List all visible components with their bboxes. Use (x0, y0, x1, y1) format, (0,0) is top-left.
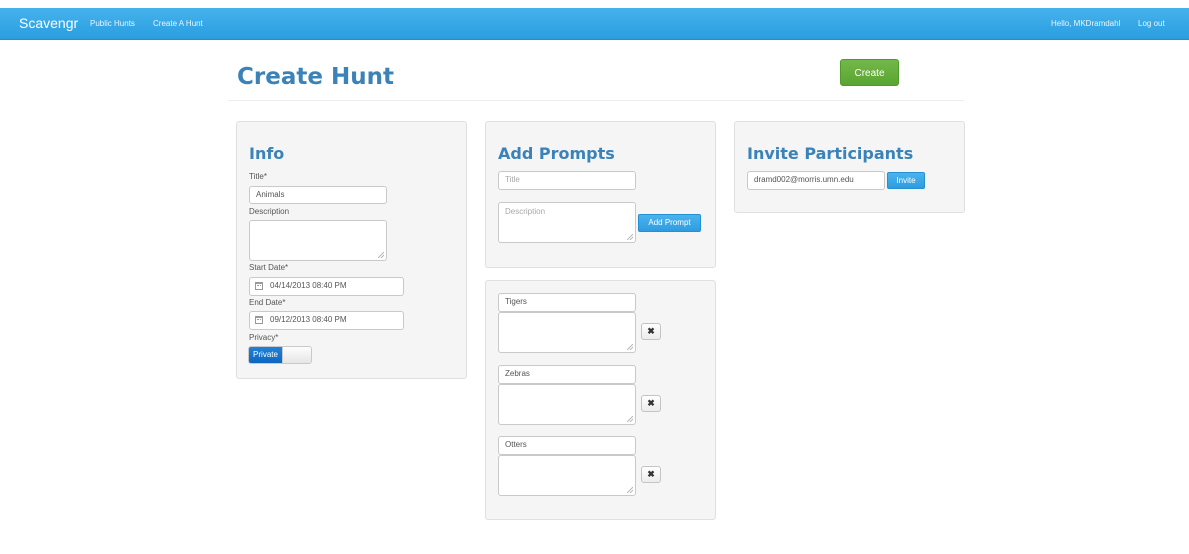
invite-heading: Invite Participants (747, 144, 914, 163)
add-prompts-heading: Add Prompts (498, 144, 615, 163)
description-textarea[interactable] (249, 220, 387, 261)
add-prompts-panel: Add Prompts Title Description Add Prompt (485, 121, 716, 268)
invite-panel: Invite Participants dramd002@morris.umn.… (734, 121, 965, 213)
title-label: Title* (249, 172, 267, 181)
start-date-label: Start Date* (249, 263, 289, 272)
end-date-value: 09/12/2013 08:40 PM (270, 315, 347, 324)
title-divider (228, 100, 964, 101)
resize-handle[interactable] (627, 416, 633, 422)
start-date-value: 04/14/2013 08:40 PM (270, 281, 347, 290)
prompt-description-field[interactable] (498, 312, 636, 353)
close-icon: ✖ (647, 398, 655, 408)
nav-public-hunts[interactable]: Public Hunts (90, 18, 135, 29)
prompt-title-field[interactable]: Tigers (498, 293, 636, 312)
prompt-description-field[interactable] (498, 384, 636, 425)
remove-prompt-button[interactable]: ✖ (641, 395, 661, 412)
resize-handle[interactable] (627, 234, 633, 240)
prompt-title-input[interactable]: Title (498, 171, 636, 190)
logout-link[interactable]: Log out (1138, 18, 1165, 29)
create-button[interactable]: Create (840, 59, 899, 86)
user-greeting: Hello, MKDramdahl (1051, 19, 1121, 28)
prompt-title-field[interactable]: Otters (498, 436, 636, 455)
title-input[interactable]: Animals (249, 186, 387, 204)
brand-logo[interactable]: Scavengr (19, 14, 78, 32)
resize-handle[interactable] (627, 487, 633, 493)
invite-button[interactable]: Invite (887, 172, 925, 189)
toggle-knob[interactable] (282, 347, 311, 363)
close-icon: ✖ (647, 326, 655, 336)
end-date-input[interactable]: 09/12/2013 08:40 PM (249, 311, 404, 330)
privacy-toggle[interactable]: Private (248, 346, 312, 364)
info-heading: Info (249, 144, 285, 163)
prompt-description-placeholder: Description (505, 207, 546, 216)
prompts-list-panel: Tigers ✖ Zebras ✖ Otters ✖ (485, 280, 716, 520)
prompt-title-field[interactable]: Zebras (498, 365, 636, 384)
prompt-description-field[interactable] (498, 455, 636, 496)
info-panel: Info Title* Animals Description Start Da… (236, 121, 467, 379)
page-title: Create Hunt (237, 64, 394, 90)
nav-create-hunt[interactable]: Create A Hunt (153, 18, 203, 29)
calendar-icon[interactable] (255, 282, 263, 290)
remove-prompt-button[interactable]: ✖ (641, 466, 661, 483)
add-prompt-button[interactable]: Add Prompt (638, 214, 701, 232)
resize-handle[interactable] (627, 344, 633, 350)
invite-email-input[interactable]: dramd002@morris.umn.edu (747, 171, 885, 190)
prompt-description-textarea[interactable]: Description (498, 202, 636, 243)
top-navbar: Scavengr Public Hunts Create A Hunt Hell… (0, 8, 1189, 40)
remove-prompt-button[interactable]: ✖ (641, 323, 661, 340)
privacy-toggle-label: Private (249, 347, 282, 363)
resize-handle[interactable] (378, 252, 384, 258)
privacy-label: Privacy* (249, 333, 279, 342)
calendar-icon[interactable] (255, 316, 263, 324)
end-date-label: End Date* (249, 298, 286, 307)
description-label: Description (249, 207, 290, 216)
close-icon: ✖ (647, 469, 655, 479)
start-date-input[interactable]: 04/14/2013 08:40 PM (249, 277, 404, 296)
